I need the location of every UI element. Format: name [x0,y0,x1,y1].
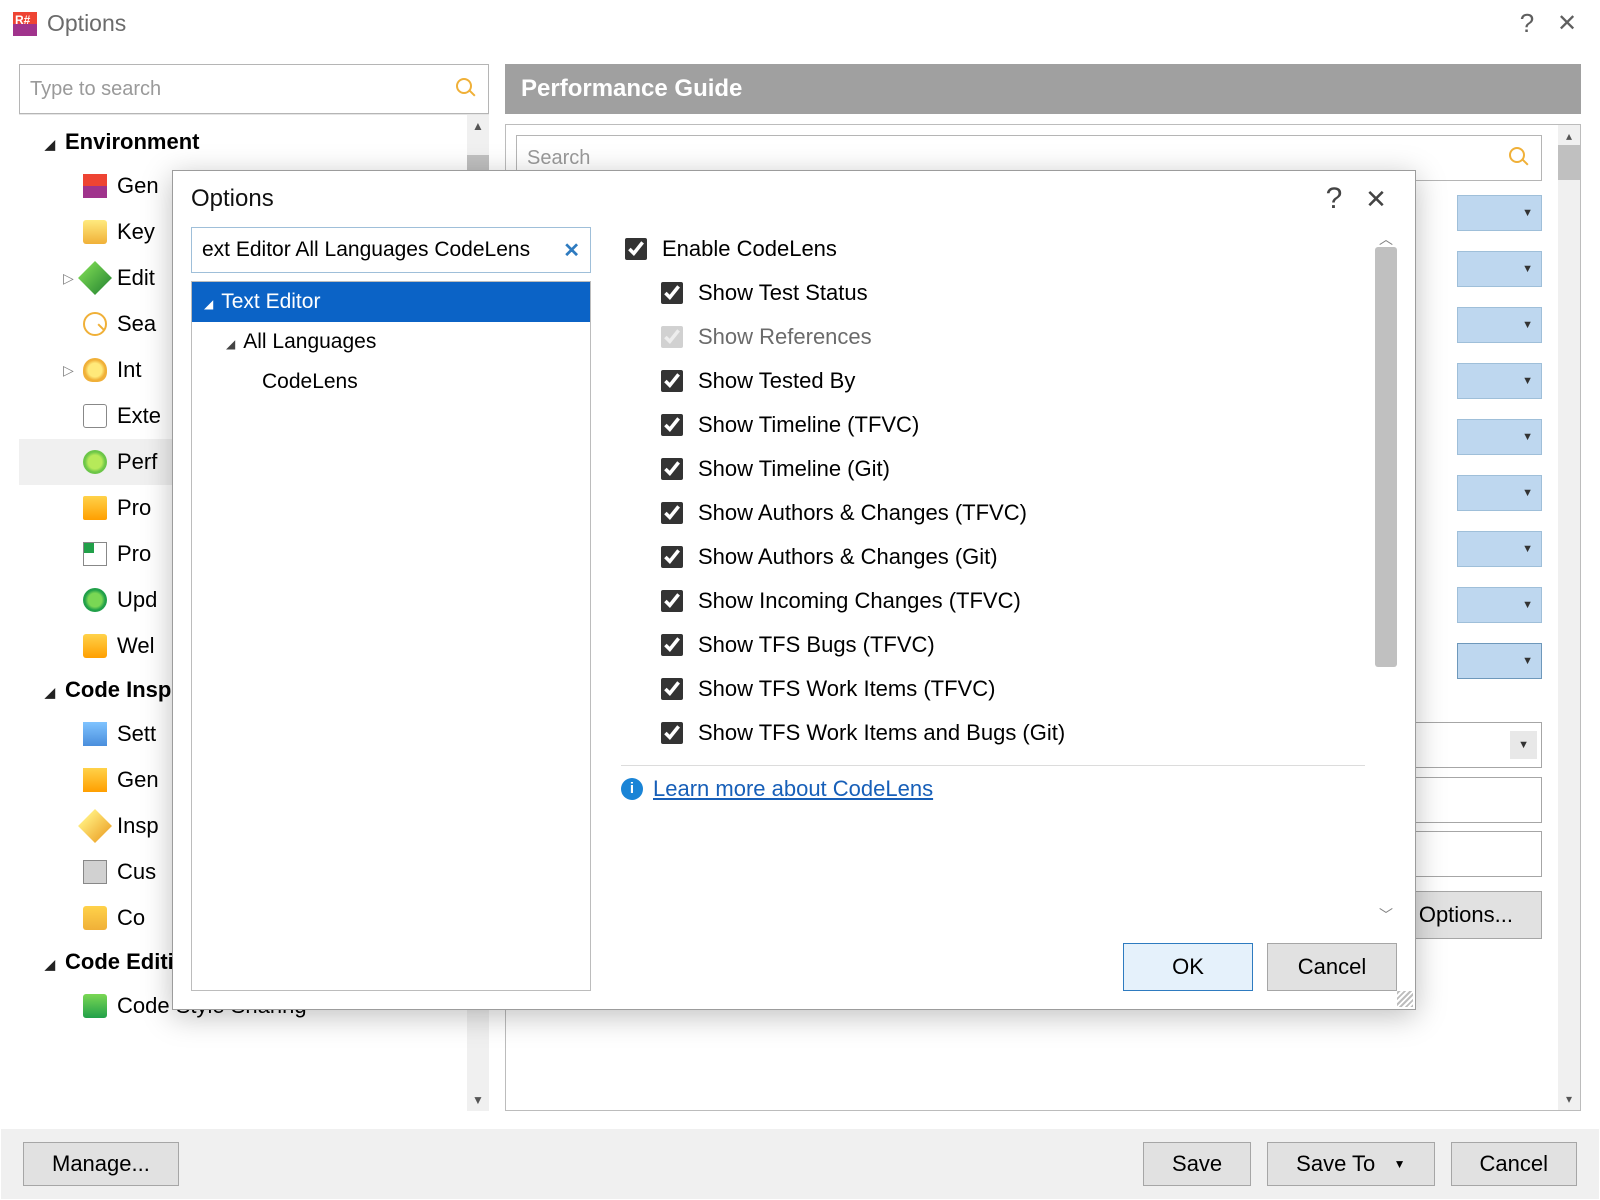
save-to-button[interactable]: Save To ▼ [1267,1142,1434,1186]
chevron-down-icon: ▼ [1522,207,1533,219]
checkbox-show-timeline-tfvc[interactable]: Show Timeline (TFVC) [621,403,1397,447]
info-row: i Learn more about CodeLens [621,776,1397,802]
checkbox-show-incoming-tfvc[interactable]: Show Incoming Changes (TFVC) [621,579,1397,623]
chevron-down-icon: ▼ [1522,543,1533,555]
performance-icon [83,450,107,474]
gear-icon [83,768,107,792]
options-search-input[interactable]: Type to search [19,64,489,114]
clear-search-button[interactable]: ✕ [563,238,580,263]
dialog-search-text: ext Editor All Languages CodeLens [202,238,530,262]
scroll-down-icon[interactable]: ﹀ [1375,905,1397,925]
main-titlebar: Options ? ✕ [1,1,1599,46]
window-help-button[interactable]: ? [1507,8,1547,39]
search-icon [83,312,107,336]
checkbox-show-timeline-git[interactable]: Show Timeline (Git) [621,447,1397,491]
save-button[interactable]: Save [1143,1142,1251,1186]
window-close-button[interactable]: ✕ [1547,9,1587,38]
chevron-down-icon: ▼ [1522,375,1533,387]
dialog-ok-button[interactable]: OK [1123,943,1253,991]
dialog-search-input[interactable]: ext Editor All Languages CodeLens ✕ [191,227,591,273]
checkbox-show-authors-git[interactable]: Show Authors & Changes (Git) [621,535,1397,579]
web-icon [83,634,107,658]
dialog-help-button[interactable]: ? [1313,182,1355,216]
search-icon [456,78,478,100]
checkbox-show-tfs-bugs[interactable]: Show TFS Bugs (TFVC) [621,623,1397,667]
window-title: Options [47,10,1507,37]
bulb-icon [83,358,107,382]
key-icon [83,220,107,244]
chevron-down-icon: ▼ [1394,1157,1406,1171]
scroll-up-icon[interactable]: ▴ [1558,129,1580,143]
manage-button[interactable]: Manage... [23,1142,179,1186]
search-placeholder: Type to search [30,78,161,101]
setting-dropdown-6[interactable]: ▼ [1457,475,1542,511]
pencil-icon [78,261,112,295]
chevron-down-icon: ▼ [1522,655,1533,667]
update-icon [83,588,107,612]
dialog-tree-codelens[interactable]: CodeLens [192,362,590,402]
scroll-thumb[interactable] [1558,145,1580,180]
chevron-down-icon: ▼ [1522,431,1533,443]
checkbox-enable-codelens[interactable]: Enable CodeLens [621,227,1397,271]
resharper-logo-icon [13,12,37,36]
resharper-icon [83,174,107,198]
chevron-down-icon: ▼ [1510,731,1537,759]
pencil-icon [78,809,112,843]
share-icon [83,994,107,1018]
footer-button-bar: Manage... Save Save To ▼ Cancel [1,1129,1599,1199]
dialog-tree-text-editor[interactable]: Text Editor [192,282,590,322]
checkbox-show-authors-tfvc[interactable]: Show Authors & Changes (TFVC) [621,491,1397,535]
resize-grip[interactable] [1397,991,1413,1007]
tree-group-environment[interactable]: Environment [19,121,489,163]
search-icon [1509,147,1531,169]
chevron-down-icon: ▼ [1522,263,1533,275]
scroll-down-icon[interactable]: ▼ [467,1093,489,1107]
setting-dropdown-8[interactable]: ▼ [1457,587,1542,623]
chevron-down-icon: ▼ [1522,487,1533,499]
divider [621,765,1365,766]
nested-options-dialog: Options ? ✕ ext Editor All Languages Cod… [172,170,1416,1010]
checkbox-show-test-status[interactable]: Show Test Status [621,271,1397,315]
chevron-down-icon: ▼ [1522,599,1533,611]
setting-dropdown-4[interactable]: ▼ [1457,363,1542,399]
scroll-up-icon[interactable]: ︿ [1375,229,1397,249]
panel-scrollbar[interactable]: ▴▾ [1558,125,1580,1110]
setting-dropdown-5[interactable]: ▼ [1457,419,1542,455]
grid-icon [83,542,107,566]
extension-icon [83,404,107,428]
dialog-cancel-button[interactable]: Cancel [1267,943,1397,991]
dialog-tree-all-languages[interactable]: All Languages [192,322,590,362]
setting-dropdown-2[interactable]: ▼ [1457,251,1542,287]
setting-dropdown-7[interactable]: ▼ [1457,531,1542,567]
custom-icon [83,860,107,884]
dialog-tree: Text Editor All Languages CodeLens [191,281,591,991]
panel-title: Performance Guide [505,64,1581,114]
scroll-up-icon[interactable]: ▲ [467,119,489,133]
scroll-down-icon[interactable]: ▾ [1558,1092,1580,1106]
info-icon: i [621,778,643,800]
checkbox-show-tfs-workitems-git[interactable]: Show TFS Work Items and Bugs (Git) [621,711,1397,755]
mail-icon [83,496,107,520]
setting-dropdown-3[interactable]: ▼ [1457,307,1542,343]
dialog-title: Options [191,185,274,213]
checkbox-show-tfs-workitems[interactable]: Show TFS Work Items (TFVC) [621,667,1397,711]
checkbox-show-references[interactable]: Show References [621,315,1397,359]
checkbox-show-tested-by[interactable]: Show Tested By [621,359,1397,403]
code-icon [83,906,107,930]
setting-dropdown-9[interactable]: ▼ [1457,643,1542,679]
setting-dropdown-1[interactable]: ▼ [1457,195,1542,231]
options-scrollbar[interactable]: ︿ ﹀ [1375,227,1397,927]
scroll-thumb[interactable] [1375,247,1397,667]
chevron-down-icon: ▼ [1522,319,1533,331]
cancel-button[interactable]: Cancel [1451,1142,1577,1186]
learn-more-link[interactable]: Learn more about CodeLens [653,776,933,802]
user-icon [83,722,107,746]
dialog-close-button[interactable]: ✕ [1355,184,1397,215]
